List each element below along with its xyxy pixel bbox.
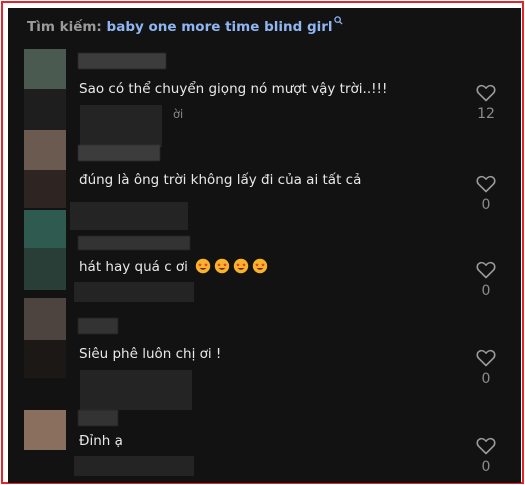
screenshot-frame: Tìm kiếm: baby one more time blind girl …	[1, 1, 524, 484]
like-button[interactable]: 0	[470, 261, 502, 299]
username-blurred[interactable]	[78, 410, 118, 426]
comment-item: hát hay quá c ơi 0	[8, 210, 521, 305]
comment-text: Siêu phê luôn chị ơi !	[79, 346, 222, 362]
avatar[interactable]	[24, 49, 66, 134]
like-count: 0	[481, 283, 491, 299]
like-button[interactable]: 0	[470, 349, 502, 387]
comment-text: Đỉnh ạ	[79, 433, 123, 449]
avatar[interactable]	[24, 130, 66, 208]
search-icon[interactable]	[333, 13, 343, 29]
star-struck-emoji-icon	[195, 258, 211, 278]
heart-outline-icon[interactable]	[470, 175, 502, 193]
comment-text: đúng là ông trời không lấy đi của ai tất…	[79, 172, 362, 188]
like-count: 0	[481, 459, 491, 475]
username-blurred[interactable]	[78, 145, 160, 161]
avatar[interactable]	[24, 410, 66, 450]
like-button[interactable]: 0	[470, 437, 502, 475]
avatar[interactable]	[24, 298, 66, 378]
star-struck-emoji-icon	[214, 258, 230, 278]
comment-item: Siêu phê luôn chị ơi ! 0	[8, 298, 521, 410]
like-count: 12	[477, 106, 495, 122]
comment-item: Đỉnh ạ 0	[8, 386, 521, 483]
star-struck-emoji-icon	[252, 258, 268, 278]
avatar[interactable]	[24, 210, 66, 290]
search-bar[interactable]: Tìm kiếm: baby one more time blind girl	[27, 16, 343, 35]
like-button[interactable]: 0	[470, 175, 502, 213]
username-blurred[interactable]	[78, 236, 190, 250]
heart-outline-icon[interactable]	[470, 261, 502, 279]
comment-meta-suffix: ời	[173, 107, 184, 121]
heart-outline-icon[interactable]	[470, 349, 502, 367]
star-struck-emoji-icon	[233, 258, 249, 278]
username-blurred[interactable]	[78, 318, 118, 334]
search-label: Tìm kiếm:	[27, 19, 102, 35]
comment-text: Sao có thể chuyển giọng nó mượt vậy trời…	[79, 81, 388, 97]
like-button[interactable]: 12	[470, 84, 502, 122]
like-count: 0	[481, 371, 491, 387]
comments-panel: Tìm kiếm: baby one more time blind girl …	[8, 8, 521, 483]
heart-outline-icon[interactable]	[470, 84, 502, 102]
heart-outline-icon[interactable]	[470, 437, 502, 455]
search-query[interactable]: baby one more time blind girl	[107, 19, 333, 35]
comment-text: hát hay quá c ơi	[79, 258, 268, 278]
comment-item: đúng là ông trời không lấy đi của ai tất…	[8, 130, 521, 230]
comment-text-content: hát hay quá c ơi	[79, 259, 188, 275]
comment-meta-blurred	[74, 456, 194, 476]
username-blurred[interactable]	[78, 53, 166, 69]
